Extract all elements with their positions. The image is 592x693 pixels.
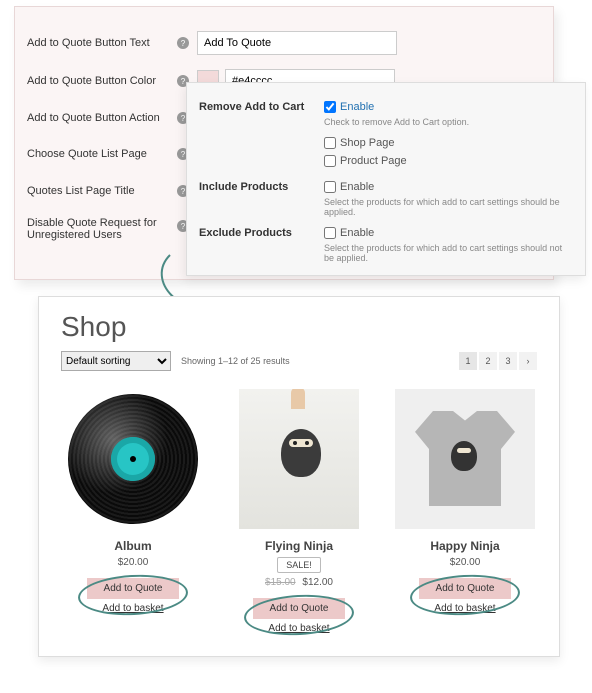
shop-toolbar: Default sorting Showing 1–12 of 25 resul… xyxy=(61,351,537,371)
desc-remove-cart: Check to remove Add to Cart option. xyxy=(324,117,573,127)
checkbox-input[interactable] xyxy=(324,155,336,167)
checkbox-input[interactable] xyxy=(324,137,336,149)
product-image xyxy=(63,389,203,529)
checkbox-input[interactable] xyxy=(324,227,336,239)
product-name: Flying Ninja xyxy=(227,539,371,553)
page-next[interactable]: › xyxy=(519,352,537,370)
label-quote-list-page: Choose Quote List Page xyxy=(27,148,177,160)
checkbox-remove-cart[interactable]: Enable xyxy=(324,101,374,113)
checkbox-input[interactable] xyxy=(324,181,336,193)
checkbox-include[interactable]: Enable xyxy=(324,181,374,193)
add-to-basket-link[interactable]: Add to basket xyxy=(419,603,511,614)
tshirt-image xyxy=(395,389,535,529)
page-2[interactable]: 2 xyxy=(479,352,497,370)
product-price: $20.00 xyxy=(61,557,205,568)
product-card[interactable]: Flying Ninja SALE! $15.00 $12.00 Add to … xyxy=(227,389,371,634)
label-button-color: Add to Quote Button Color xyxy=(27,75,177,87)
page-1[interactable]: 1 xyxy=(459,352,477,370)
label-exclude: Exclude Products xyxy=(199,227,324,239)
sale-badge: SALE! xyxy=(277,557,321,573)
product-image xyxy=(395,389,535,529)
page-title: Shop xyxy=(61,311,537,343)
add-to-basket-link[interactable]: Add to basket xyxy=(87,603,179,614)
add-to-quote-button[interactable]: Add to Quote xyxy=(253,598,345,619)
sale-price: $12.00 xyxy=(302,577,333,588)
add-to-basket-link[interactable]: Add to basket xyxy=(253,623,345,634)
checkbox-shop-page[interactable]: Shop Page xyxy=(324,137,573,149)
sort-select[interactable]: Default sorting xyxy=(61,351,171,371)
product-card[interactable]: Happy Ninja $20.00 Add to Quote Add to b… xyxy=(393,389,537,634)
shop-panel: Shop Default sorting Showing 1–12 of 25 … xyxy=(38,296,560,657)
pagination: 1 2 3 › xyxy=(459,352,537,370)
row-include: Include Products Enable Select the produ… xyxy=(199,181,573,217)
label-button-text: Add to Quote Button Text xyxy=(27,37,177,49)
row-pages: Shop Page Product Page xyxy=(199,137,573,171)
page-3[interactable]: 3 xyxy=(499,352,517,370)
label-remove-cart: Remove Add to Cart xyxy=(199,101,324,113)
add-to-quote-button[interactable]: Add to Quote xyxy=(87,578,179,599)
product-image xyxy=(229,389,369,529)
checkbox-product-page[interactable]: Product Page xyxy=(324,155,573,167)
product-grid: Album $20.00 Add to Quote Add to basket … xyxy=(61,389,537,634)
input-button-text[interactable] xyxy=(197,31,397,55)
label-page-title: Quotes List Page Title xyxy=(27,185,177,197)
label-disable-unreg: Disable Quote Request for Unregistered U… xyxy=(27,217,177,241)
add-to-quote-button[interactable]: Add to Quote xyxy=(419,578,511,599)
product-name: Happy Ninja xyxy=(393,539,537,553)
poster-image xyxy=(239,389,359,529)
desc-exclude: Select the products for which add to car… xyxy=(324,243,573,263)
help-icon[interactable]: ? xyxy=(177,37,189,49)
row-button-text: Add to Quote Button Text ? xyxy=(27,31,541,55)
results-count: Showing 1–12 of 25 results xyxy=(181,356,290,366)
product-price: $20.00 xyxy=(393,557,537,568)
desc-include: Select the products for which add to car… xyxy=(324,197,573,217)
settings-panel-cart: Remove Add to Cart Enable Check to remov… xyxy=(186,82,586,276)
label-include: Include Products xyxy=(199,181,324,193)
label-button-action: Add to Quote Button Action xyxy=(27,112,177,124)
old-price: $15.00 xyxy=(265,577,296,588)
checkbox-exclude[interactable]: Enable xyxy=(324,227,374,239)
vinyl-record-icon xyxy=(68,394,198,524)
product-card[interactable]: Album $20.00 Add to Quote Add to basket xyxy=(61,389,205,634)
checkbox-input[interactable] xyxy=(324,101,336,113)
product-name: Album xyxy=(61,539,205,553)
product-price: $15.00 $12.00 xyxy=(227,577,371,588)
row-remove-cart: Remove Add to Cart Enable Check to remov… xyxy=(199,101,573,127)
